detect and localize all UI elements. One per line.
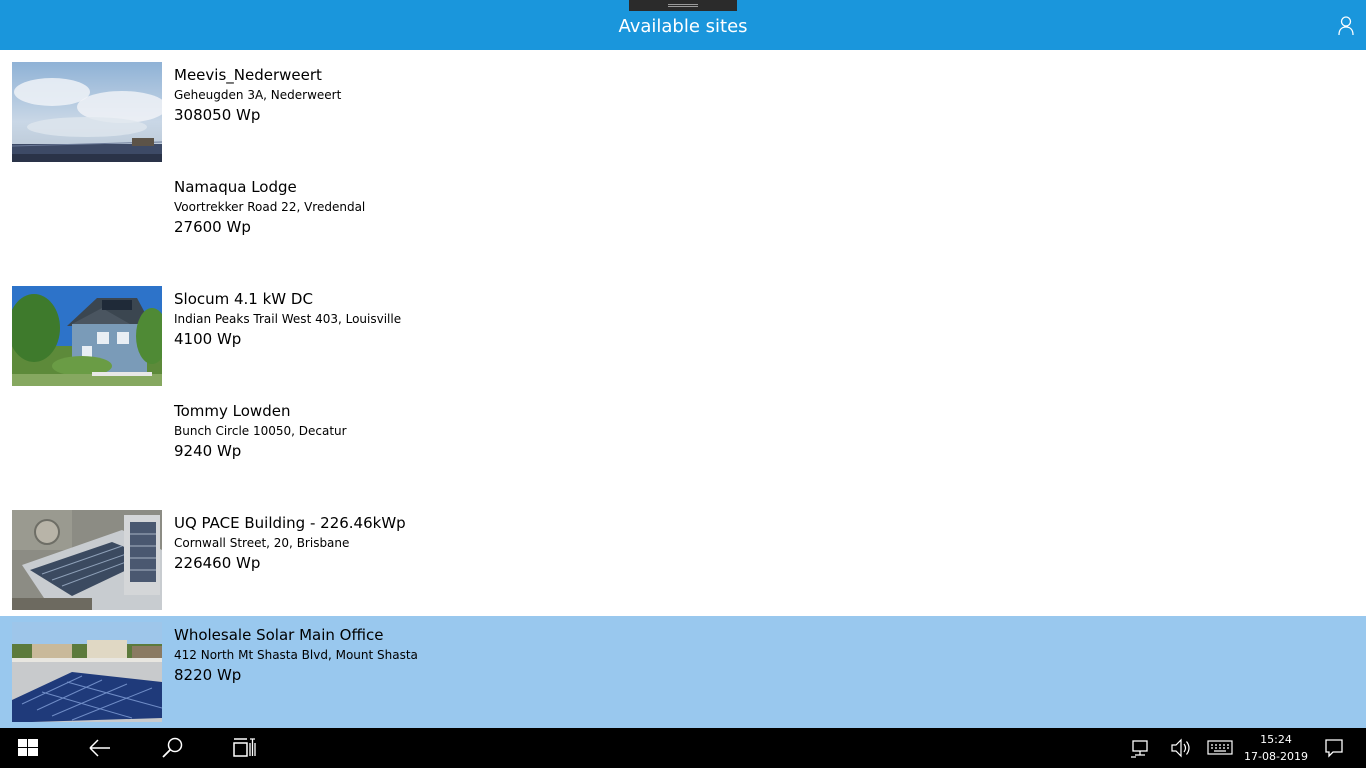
site-peak-power: 226460 Wp [174, 554, 261, 572]
site-list[interactable]: Meevis_Nederweert Geheugden 3A, Nederwee… [0, 50, 1366, 728]
user-icon[interactable] [1336, 15, 1356, 37]
site-address: 412 North Mt Shasta Blvd, Mount Shasta [174, 648, 418, 662]
site-name: Wholesale Solar Main Office [174, 626, 384, 644]
site-item-selected[interactable]: Wholesale Solar Main Office 412 North Mt… [0, 616, 1366, 728]
site-address: Voortrekker Road 22, Vredendal [174, 200, 366, 214]
site-peak-power: 308050 Wp [174, 106, 261, 124]
site-address: Bunch Circle 10050, Decatur [174, 424, 347, 438]
windows-start-icon[interactable] [10, 728, 46, 768]
site-name: UQ PACE Building - 226.46kWp [174, 514, 406, 532]
keyboard-icon[interactable] [1204, 728, 1236, 768]
site-item[interactable]: Namaqua Lodge Voortrekker Road 22, Vrede… [0, 162, 1366, 274]
volume-icon[interactable] [1166, 728, 1194, 768]
site-name: Namaqua Lodge [174, 178, 297, 196]
search-icon[interactable] [154, 728, 190, 768]
site-item[interactable]: Tommy Lowden Bunch Circle 10050, Decatur… [0, 386, 1366, 498]
site-photo [12, 62, 162, 162]
site-peak-power: 4100 Wp [174, 330, 242, 348]
clock-time: 15:24 [1260, 733, 1292, 746]
action-center-icon[interactable] [1320, 728, 1348, 768]
page-title: Available sites [618, 16, 748, 37]
site-address: Indian Peaks Trail West 403, Louisville [174, 312, 402, 326]
grip-icon [668, 4, 698, 7]
site-peak-power: 8220 Wp [174, 666, 242, 684]
site-peak-power: 27600 Wp [174, 218, 251, 236]
site-address: Geheugden 3A, Nederweert [174, 88, 342, 102]
taskbar: 15:24 17-08-2019 [0, 728, 1366, 768]
drag-handle[interactable] [629, 0, 737, 11]
clock-date: 17-08-2019 [1244, 750, 1308, 763]
site-name: Meevis_Nederweert [174, 66, 322, 84]
site-item[interactable]: UQ PACE Building - 226.46kWp Cornwall St… [0, 498, 1366, 610]
site-name: Tommy Lowden [174, 402, 291, 420]
site-item[interactable]: Slocum 4.1 kW DC Indian Peaks Trail West… [0, 274, 1366, 386]
system-clock[interactable]: 15:24 17-08-2019 [1236, 731, 1316, 765]
title-bar: Available sites [0, 0, 1366, 50]
site-name: Slocum 4.1 kW DC [174, 290, 313, 308]
site-peak-power: 9240 Wp [174, 442, 242, 460]
task-view-icon[interactable] [226, 728, 262, 768]
site-address: Cornwall Street, 20, Brisbane [174, 536, 350, 550]
site-photo [12, 286, 162, 386]
site-photo [12, 622, 162, 722]
back-arrow-icon[interactable] [82, 728, 118, 768]
network-icon[interactable] [1126, 728, 1154, 768]
site-photo [12, 510, 162, 610]
site-item[interactable]: Meevis_Nederweert Geheugden 3A, Nederwee… [0, 50, 1366, 162]
